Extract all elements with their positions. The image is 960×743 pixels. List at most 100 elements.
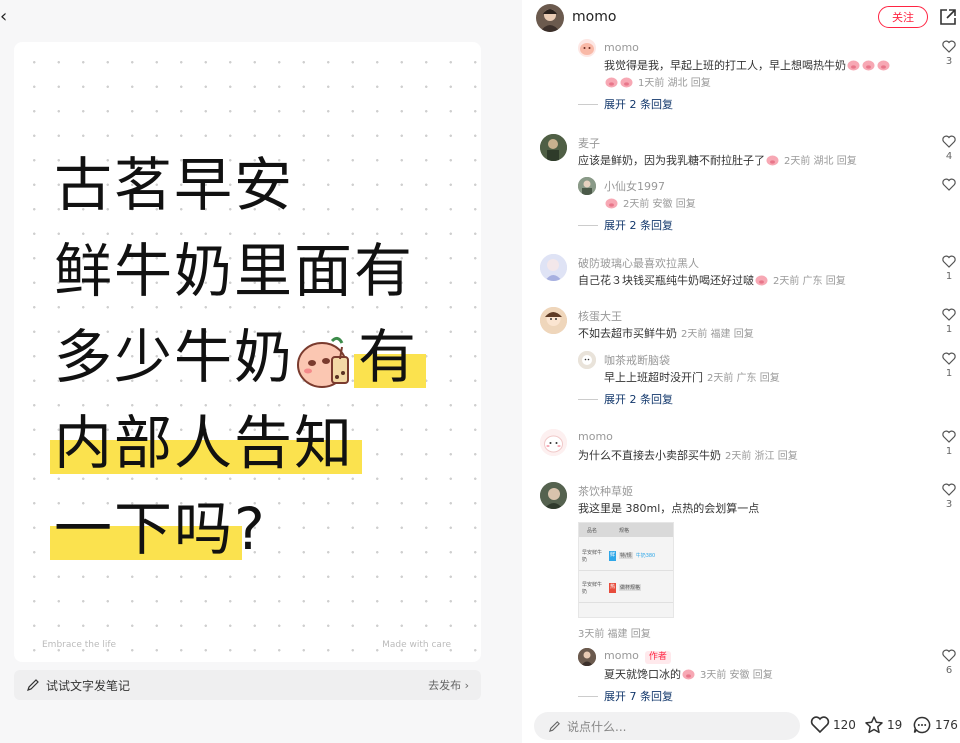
pig-emoji-icon: [605, 77, 618, 88]
divider: [578, 103, 598, 105]
expand-replies-button[interactable]: 展开 2 条回复: [578, 96, 673, 112]
follow-button[interactable]: 关注: [878, 6, 928, 28]
comment-body: 夏天就馋口冰的: [604, 668, 681, 681]
avatar[interactable]: [540, 254, 567, 281]
comment-footer: 说点什么... 120 19 176: [522, 704, 960, 743]
avatar[interactable]: [578, 648, 596, 666]
star-icon: [865, 716, 883, 734]
like-button[interactable]: 3: [941, 40, 957, 67]
comment-image[interactable]: 品名 规格 早安鲜牛奶 鲜 特/规 牛奶380 早安鲜牛奶 热 做杯规格: [578, 522, 674, 618]
like-button[interactable]: 3: [941, 483, 957, 510]
avatar[interactable]: [540, 134, 567, 161]
avatar[interactable]: [536, 4, 564, 32]
comment-total: 176: [935, 718, 958, 732]
comment-meta[interactable]: 3天前 安徽 回复: [700, 670, 773, 681]
avatar[interactable]: [540, 482, 567, 509]
comment-meta[interactable]: 2天前 湖北 回复: [784, 156, 857, 167]
expand-label: 展开 2 条回复: [604, 393, 673, 406]
like-count: 4: [945, 151, 953, 162]
like-stat-button[interactable]: 120: [810, 715, 856, 735]
table-cell: 早安鲜牛奶: [582, 581, 603, 595]
avatar[interactable]: [578, 351, 596, 369]
back-icon[interactable]: ‹: [0, 6, 14, 28]
heart-icon: [942, 352, 956, 365]
comment-text: 自己花３块钱买瓶纯牛奶喝还好过啵 2天前 广东 回复: [578, 272, 846, 288]
like-button[interactable]: 4: [941, 135, 957, 162]
comment-username[interactable]: 核蛋大王: [578, 308, 622, 324]
expand-replies-button[interactable]: 展开 7 条回复: [578, 688, 673, 704]
table-row: 早安鲜牛奶 热 做杯规格: [579, 573, 673, 603]
comment-username[interactable]: momo: [578, 430, 613, 443]
comment-username[interactable]: 小仙女1997: [604, 178, 665, 194]
expand-replies-button[interactable]: 展开 2 条回复: [578, 391, 673, 407]
pig-emoji-icon: [620, 77, 633, 88]
comment-stat-button[interactable]: 176: [912, 715, 958, 735]
avatar[interactable]: [540, 307, 567, 334]
comment-meta[interactable]: 2天前 广东 回复: [707, 373, 780, 384]
heart-icon: [942, 135, 956, 148]
table-cell: 牛奶380: [635, 553, 656, 559]
table-head-cell: 规格: [619, 527, 630, 534]
share-icon[interactable]: [938, 7, 958, 27]
collect-total: 19: [887, 718, 903, 732]
expand-label: 展开 2 条回复: [604, 98, 673, 111]
avatar[interactable]: [578, 177, 596, 195]
pen-icon: [27, 679, 39, 691]
comment-username[interactable]: 破防玻璃心最喜欢拉黑人: [578, 255, 699, 271]
comment-meta[interactable]: 2天前 浙江 回复: [725, 451, 798, 462]
pig-emoji-icon: [682, 669, 695, 680]
comment-meta[interactable]: 2天前 广东 回复: [773, 276, 846, 287]
text-note-bar[interactable]: 试试文字发笔记 去发布 ›: [14, 670, 481, 700]
avatar[interactable]: [540, 429, 567, 456]
note-highlight-2: 内部人告知: [49, 400, 363, 486]
comment-input[interactable]: 说点什么...: [534, 712, 800, 740]
table-head-cell: 品名: [587, 527, 598, 534]
comment-body: 自己花３块钱买瓶纯牛奶喝还好过啵: [578, 274, 754, 287]
like-button[interactable]: 1: [941, 352, 957, 379]
like-button[interactable]: 1: [941, 430, 957, 457]
like-count: 3: [945, 56, 953, 67]
heart-icon: [942, 308, 956, 321]
card-footer-left: Embrace the life: [42, 640, 117, 650]
table-row: 早安鲜牛奶 鲜 特/规 牛奶380: [579, 541, 673, 571]
table-cell: 鲜: [609, 550, 616, 561]
note-image-panel: ‹ 古茗早安 鲜牛奶里面有 多少牛奶 有 内部人告知 一下吗? Embrace …: [0, 0, 522, 743]
comment-meta[interactable]: 2天前 安徽 回复: [623, 199, 696, 210]
comment-text: 应该是鲜奶，因为我乳糖不耐拉肚子了 2天前 湖北 回复: [578, 152, 857, 168]
like-button[interactable]: 1: [941, 308, 957, 335]
like-count: 1: [945, 368, 953, 379]
table-cell: 做杯规格: [619, 584, 642, 591]
like-count: 1: [945, 446, 953, 457]
expand-replies-button[interactable]: 展开 2 条回复: [578, 217, 673, 233]
note-highlight-1: 有: [354, 314, 427, 400]
like-total: 120: [833, 718, 856, 732]
like-button[interactable]: [941, 178, 957, 191]
comment-body: 不如去超市买鲜牛奶: [578, 327, 677, 340]
comment-meta[interactable]: 2天前 福建 回复: [681, 329, 754, 340]
publish-link[interactable]: 去发布 ›: [428, 677, 469, 693]
comment-body: 早上上班超时没开门: [604, 371, 703, 384]
like-count: 6: [945, 665, 953, 676]
comment-username[interactable]: momo: [604, 41, 639, 54]
comment-username[interactable]: momo: [604, 649, 639, 662]
like-button[interactable]: 6: [941, 649, 957, 676]
note-line-4: 内部人告知: [49, 400, 418, 486]
pig-emoji-icon: [755, 275, 768, 286]
like-count: 1: [945, 324, 953, 335]
card-footer-right: Made with care: [382, 640, 451, 650]
like-button[interactable]: 1: [941, 255, 957, 282]
comment-username[interactable]: 茶饮种草姬: [578, 483, 633, 499]
comment-text: 2天前 安徽 回复: [604, 195, 696, 210]
heart-icon: [942, 178, 956, 191]
avatar[interactable]: [578, 39, 596, 57]
comment-username[interactable]: 咖茶戒断脑袋: [604, 352, 670, 368]
menu-table-header: 品名 规格: [579, 523, 673, 537]
collect-stat-button[interactable]: 19: [864, 715, 902, 735]
pig-emoji-icon: [862, 60, 875, 71]
heart-icon: [810, 716, 830, 734]
author-name[interactable]: momo: [572, 9, 616, 25]
comment-meta[interactable]: 1天前 湖北 回复: [638, 78, 711, 89]
comment-username[interactable]: 麦子: [578, 135, 600, 151]
note-line-1: 古茗早安: [54, 151, 295, 219]
comment-meta[interactable]: 3天前 福建 回复: [578, 629, 651, 640]
